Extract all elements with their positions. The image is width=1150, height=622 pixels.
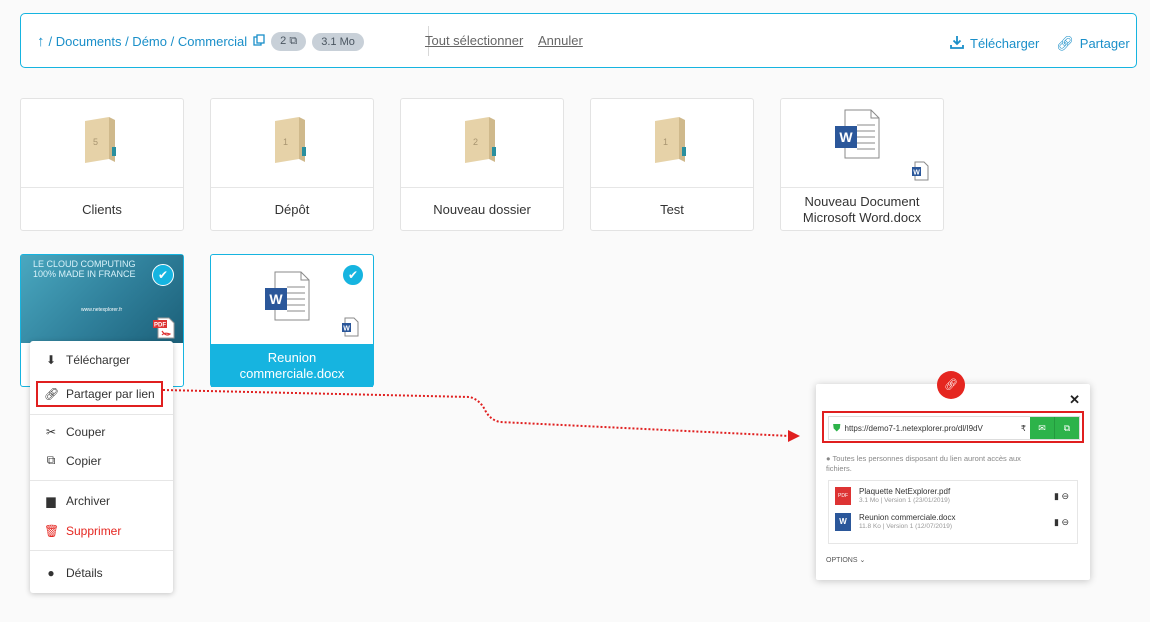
rupee-icon: ₹ [1020, 423, 1026, 433]
file-actions[interactable]: ▮ ⊖ [1054, 517, 1069, 528]
email-button[interactable]: ✉ [1030, 417, 1054, 439]
list-item: PDF Plaquette NetExplorer.pdf 3.1 Mo | Ve… [835, 487, 950, 505]
share-url-field[interactable]: ⛊ https://demo7-1.netexplorer.pro/dl/I9d… [828, 416, 1080, 440]
close-icon[interactable]: ✕ [1069, 392, 1080, 408]
info-icon: ● [826, 454, 831, 463]
word-file-icon: W [835, 513, 851, 531]
email-icon: ✉ [1038, 422, 1046, 433]
share-info-text: ● Toutes les personnes disposant du lien… [826, 454, 1021, 473]
pdf-file-icon: PDF [835, 487, 851, 505]
options-toggle[interactable]: OPTIONS ⌄ [826, 556, 865, 564]
copy-icon: ⧉ [1063, 422, 1071, 433]
shield-check-icon: ⛊ [833, 422, 841, 434]
share-link-dialog: ✕ ⛊ https://demo7-1.netexplorer.pro/dl/I… [816, 384, 1090, 580]
shared-files-list: PDF Plaquette NetExplorer.pdf 3.1 Mo | Ve… [828, 480, 1078, 544]
file-actions[interactable]: ▮ ⊖ [1054, 491, 1069, 502]
copy-link-button[interactable]: ⧉ [1054, 417, 1079, 439]
chevron-down-icon: ⌄ [859, 557, 866, 564]
list-item: W Reunion commerciale.docx 11.8 Ko | Vers… [835, 513, 956, 531]
link-badge-icon: 🔗︎ [937, 371, 965, 399]
